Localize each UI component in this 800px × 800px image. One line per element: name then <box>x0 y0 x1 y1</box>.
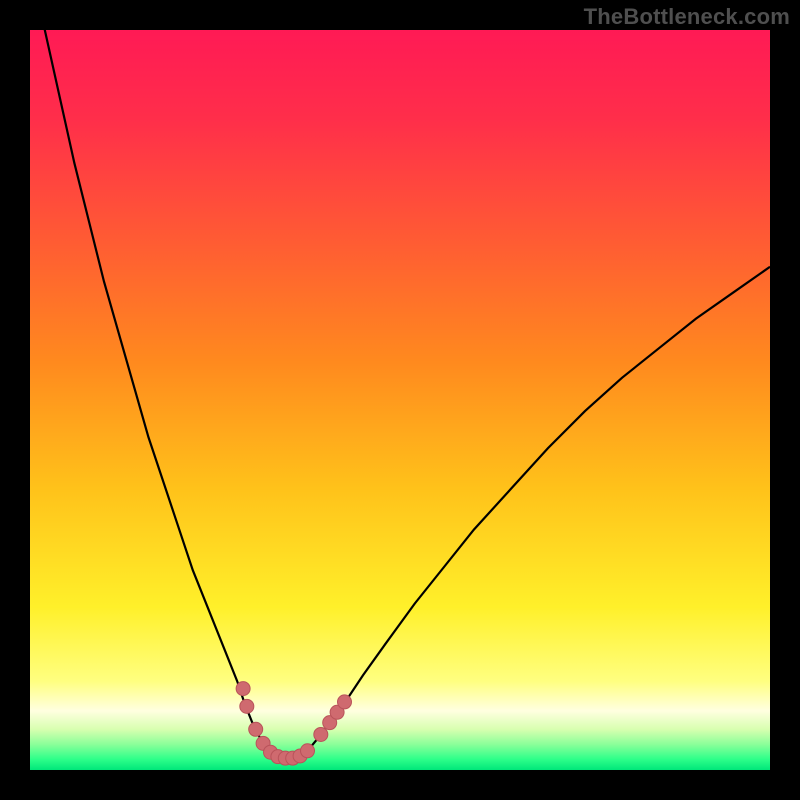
gradient-background <box>30 30 770 770</box>
chart-frame: TheBottleneck.com <box>0 0 800 800</box>
curve-marker <box>338 695 352 709</box>
curve-marker <box>314 727 328 741</box>
plot-area <box>30 30 770 770</box>
curve-marker <box>240 699 254 713</box>
curve-marker <box>236 682 250 696</box>
chart-svg <box>30 30 770 770</box>
curve-marker <box>249 722 263 736</box>
curve-marker <box>301 744 315 758</box>
watermark-text: TheBottleneck.com <box>584 4 790 30</box>
